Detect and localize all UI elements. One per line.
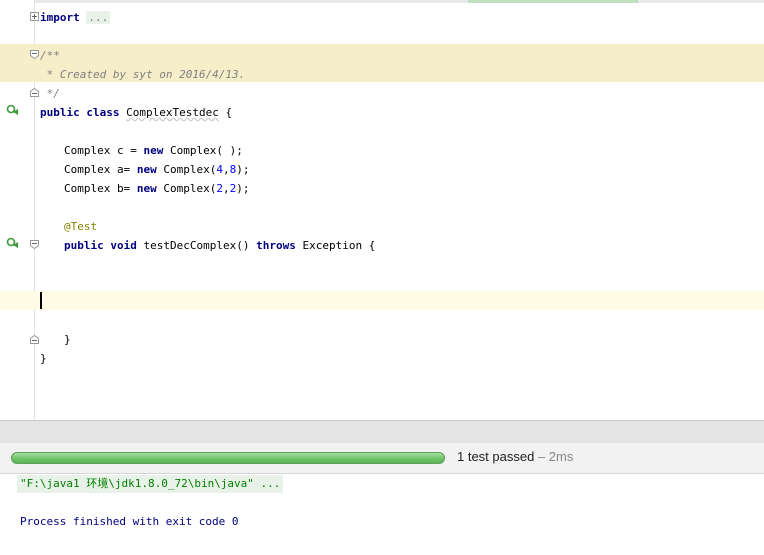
code-text: , xyxy=(222,182,230,195)
code-text: , xyxy=(222,163,230,176)
code-line-class-close: } xyxy=(40,352,47,365)
code-text: Complex b= xyxy=(64,182,137,195)
code-text: ); xyxy=(236,182,250,195)
code-text: Complex c = xyxy=(64,144,144,157)
keyword: throws xyxy=(256,239,296,252)
code-text: Exception { xyxy=(295,239,376,252)
code-line-method-decl: public void testDecComplex() throws Exce… xyxy=(64,236,375,255)
code-text: Complex( xyxy=(156,182,217,195)
text-caret xyxy=(40,292,42,309)
keyword: new xyxy=(143,144,164,157)
class-name: ComplexTestdec xyxy=(126,106,219,119)
keyword: class xyxy=(86,106,120,119)
folded-imports[interactable]: ... xyxy=(86,11,111,24)
test-status-text: 1 test passed xyxy=(457,449,535,464)
code-line-field-b: Complex b= new Complex(2,2); xyxy=(64,179,249,198)
keyword: import xyxy=(40,11,80,24)
method-name: testDecComplex() xyxy=(136,239,257,252)
keyword: public xyxy=(40,106,80,119)
code-line-method-close: } xyxy=(64,333,71,346)
test-run-bar: 1 test passed – 2ms xyxy=(0,443,764,474)
test-duration: – 2ms xyxy=(534,449,574,464)
doc-comment-close: */ xyxy=(40,87,60,100)
fold-collapse-icon[interactable] xyxy=(30,88,39,97)
test-progress-bar xyxy=(11,452,445,464)
code-text: Complex( ); xyxy=(163,144,243,157)
keyword: new xyxy=(136,163,157,176)
fold-collapse-icon[interactable] xyxy=(30,335,39,344)
test-status: 1 test passed – 2ms xyxy=(457,449,573,464)
code-line-import: import ... xyxy=(40,8,111,27)
code-editor[interactable]: import ... /** * Created by syt on 2016/… xyxy=(0,0,764,420)
run-test-icon[interactable] xyxy=(6,104,19,116)
run-test-icon[interactable] xyxy=(6,237,19,249)
fold-collapse-icon[interactable] xyxy=(30,50,39,59)
number-literal: 2 xyxy=(216,182,223,195)
code-text: ); xyxy=(236,163,250,176)
code-text: Complex( xyxy=(156,163,217,176)
editor-top-strip xyxy=(0,0,764,3)
caret-line-highlight xyxy=(0,291,764,310)
code-line-class-decl: public class ComplexTestdec { xyxy=(40,103,232,122)
keyword: public xyxy=(64,239,104,252)
annotation-test: @Test xyxy=(64,220,98,233)
code-text: Complex a= xyxy=(64,163,137,176)
code-line-field-a: Complex a= new Complex(4,8); xyxy=(64,160,249,179)
number-literal: 4 xyxy=(216,163,223,176)
fold-expand-icon[interactable] xyxy=(30,12,39,21)
fold-collapse-icon[interactable] xyxy=(30,240,39,249)
console-command-line[interactable]: "F:\java1 环境\jdk1.8.0_72\bin\java" ... xyxy=(17,475,284,493)
keyword: new xyxy=(136,182,157,195)
code-line-field-c: Complex c = new Complex( ); xyxy=(64,141,243,160)
keyword: void xyxy=(110,239,137,252)
doc-comment-open: /** xyxy=(40,49,60,62)
brace: { xyxy=(218,106,233,119)
console-exit-message: Process finished with exit code 0 xyxy=(20,515,239,528)
panel-splitter[interactable] xyxy=(0,420,764,443)
doc-comment-body: * Created by syt on 2016/4/13. xyxy=(40,68,246,81)
